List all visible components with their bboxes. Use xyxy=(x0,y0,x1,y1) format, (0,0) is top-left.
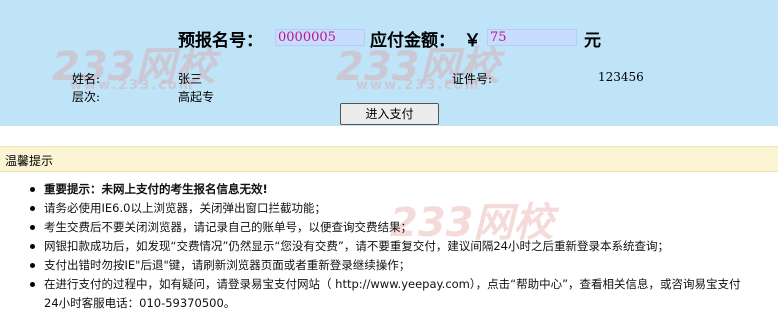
bullet-icon xyxy=(30,187,35,192)
bullet-icon xyxy=(30,263,35,268)
enter-payment-button[interactable]: 进入支付 xyxy=(340,103,439,125)
reg-no-label: 预报名号： xyxy=(178,31,263,51)
amount-label: 应付金额： xyxy=(370,31,455,51)
tips-list: 重要提示：未网上支付的考生报名信息无效! 请务必使用IE6.0以上浏览器，关闭弹… xyxy=(24,180,774,313)
list-item-continuation: 24小时客服电话：010-59370500。 xyxy=(44,296,236,310)
level-label: 层次: xyxy=(72,90,101,104)
tips-title: 温馨提示 xyxy=(5,154,54,168)
bullet-icon xyxy=(30,244,35,249)
list-item: 请务必使用IE6.0以上浏览器，关闭弹出窗口拦截功能； xyxy=(24,199,774,218)
level-value: 高起专 xyxy=(178,90,215,104)
amount-field: 75 xyxy=(487,29,577,46)
list-item: 重要提示：未网上支付的考生报名信息无效! xyxy=(24,180,774,199)
list-item: 考生交费后不要关闭浏览器，请记录自己的账单号，以便查询交费结果； xyxy=(24,218,774,237)
list-item: 支付出错时勿按IE"后退"键，请刷新浏览器页面或者重新登录继续操作； xyxy=(24,256,774,275)
name-value: 张三 xyxy=(178,72,203,86)
bullet-icon xyxy=(30,282,35,287)
reg-no-field: 0000005 xyxy=(275,29,365,46)
bullet-icon xyxy=(30,206,35,211)
currency-symbol: ￥ xyxy=(464,31,481,51)
payment-info-panel: 233网校 www.233.com 233网校 www.233.com 预报名号… xyxy=(0,0,778,126)
list-item: 在进行支付的过程中，如有疑问，请登录易宝支付网站（ http://www.yee… xyxy=(24,275,774,294)
list-item: 网银扣款成功后，如发现“交费情况”仍然显示“您没有交费”，请不要重复交付，建议间… xyxy=(24,237,774,256)
tips-header-bar: 温馨提示 xyxy=(0,146,778,172)
id-value: 123456 xyxy=(598,70,644,84)
id-label: 证件号: xyxy=(452,72,493,86)
name-label: 姓名: xyxy=(72,72,101,86)
amount-unit: 元 xyxy=(584,31,601,51)
bullet-icon xyxy=(30,225,35,230)
